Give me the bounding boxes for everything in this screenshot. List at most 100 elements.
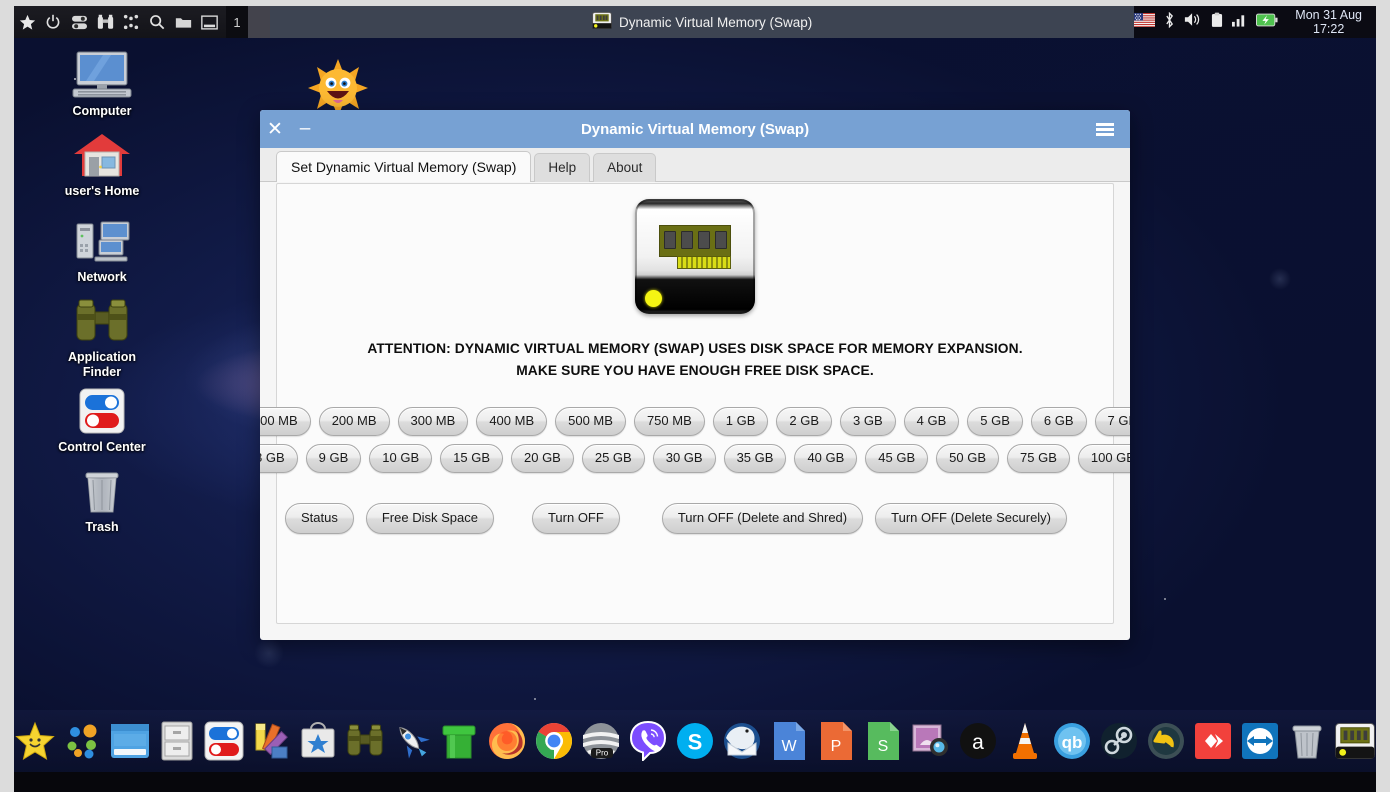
size-button-7gb[interactable]: 7 GB	[1094, 406, 1130, 436]
hamburger-menu-icon[interactable]	[1088, 110, 1122, 148]
dock-amazon[interactable]: a	[956, 719, 999, 763]
dock-backup-restore[interactable]	[1145, 719, 1188, 763]
dock-skype[interactable]: S	[673, 719, 716, 763]
size-button-5gb[interactable]: 5 GB	[967, 406, 1023, 436]
settings-toggle-icon[interactable]	[66, 6, 92, 38]
dock-thunderbird[interactable]	[721, 719, 764, 763]
app-window-dynamic-virtual-memory[interactable]: ✕ – Dynamic Virtual Memory (Swap) Set Dy…	[260, 110, 1130, 640]
dock-writer[interactable]: W	[768, 719, 811, 763]
taskbar-item-dynamic-virtual-memory[interactable]: Dynamic Virtual Memory (Swap)	[592, 12, 812, 32]
clipboard-icon[interactable]	[1211, 12, 1223, 33]
desktop-icon-users-home[interactable]: user's Home	[40, 130, 164, 199]
dock-firefox[interactable]	[485, 719, 528, 763]
dock-green-pipe[interactable]	[438, 719, 481, 763]
battery-charging-icon[interactable]	[1256, 13, 1278, 32]
desktop-icon-trash[interactable]: Trash	[40, 466, 164, 535]
tab-set-dynamic-virtual-memory[interactable]: Set Dynamic Virtual Memory (Swap)	[276, 150, 532, 182]
size-button-10gb[interactable]: 10 GB	[369, 443, 433, 473]
free-disk-space-button[interactable]: Free Disk Space	[365, 502, 494, 534]
workspace-switcher[interactable]: 1	[226, 6, 270, 38]
keyboard-layout-flag-icon[interactable]	[1134, 12, 1156, 32]
size-button-750mb[interactable]: 750 MB	[633, 406, 705, 436]
size-button-50gb[interactable]: 50 GB	[936, 443, 1000, 473]
svg-text:P: P	[831, 738, 842, 755]
dock-vlc[interactable]	[1003, 719, 1046, 763]
dock-binoculars[interactable]	[344, 719, 387, 763]
tab-about[interactable]: About	[593, 153, 657, 182]
size-button-100gb[interactable]: 100 GB	[1077, 443, 1130, 473]
dock-file-browser[interactable]	[108, 719, 151, 763]
network-signal-icon[interactable]	[1232, 13, 1247, 32]
size-button-9gb[interactable]: 9 GB	[305, 443, 362, 473]
dock-steam[interactable]	[1097, 719, 1140, 763]
dock-chrome[interactable]	[532, 719, 575, 763]
dock: Pro S W P S a qb	[14, 710, 1376, 772]
size-row-1: 100 MB 200 MB 300 MB 400 MB 500 MB 750 M…	[260, 406, 1130, 436]
desktop-icon-network[interactable]: Network	[40, 216, 164, 285]
dock-opera-pro[interactable]: Pro	[579, 719, 622, 763]
status-button[interactable]: Status	[285, 502, 354, 534]
dock-star-menu[interactable]	[14, 719, 57, 763]
app-grid-icon[interactable]	[118, 6, 144, 38]
dock-rocket[interactable]	[391, 719, 434, 763]
size-button-300mb[interactable]: 300 MB	[397, 406, 469, 436]
volume-icon[interactable]	[1184, 12, 1202, 32]
dock-viber[interactable]	[626, 719, 669, 763]
dock-color-picker[interactable]	[249, 719, 292, 763]
panel-tray: Mon 31 Aug 17:22	[1134, 6, 1376, 38]
dock-trash[interactable]	[1286, 719, 1329, 763]
size-button-15gb[interactable]: 15 GB	[440, 443, 503, 473]
size-button-20gb[interactable]: 20 GB	[511, 443, 574, 473]
star-menu-icon[interactable]	[14, 6, 40, 38]
screen: Computer user's Home Network Application…	[0, 0, 1390, 792]
power-icon[interactable]	[40, 6, 66, 38]
size-button-6gb[interactable]: 6 GB	[1030, 406, 1087, 436]
size-button-500mb[interactable]: 500 MB	[555, 406, 626, 436]
window-titlebar[interactable]: ✕ – Dynamic Virtual Memory (Swap)	[260, 110, 1130, 148]
dock-anydesk[interactable]	[1192, 719, 1235, 763]
size-button-1gb[interactable]: 1 GB	[712, 406, 769, 436]
desktop-icon-application-finder[interactable]: Application Finder	[40, 296, 164, 380]
binoculars-icon[interactable]	[92, 6, 118, 38]
desktop-icon-label: Computer	[72, 104, 132, 118]
dock-teamviewer[interactable]	[1239, 719, 1282, 763]
workspace-1[interactable]: 1	[226, 6, 248, 38]
clock[interactable]: Mon 31 Aug 17:22	[1287, 8, 1368, 36]
size-button-45gb[interactable]: 45 GB	[865, 443, 929, 473]
minimize-icon[interactable]: –	[290, 110, 320, 148]
dock-dynamic-virtual-memory[interactable]	[1333, 719, 1376, 763]
size-button-100mb[interactable]: 100 MB	[260, 406, 311, 436]
folder-icon[interactable]	[170, 6, 196, 38]
turn-off-button[interactable]: Turn OFF	[531, 502, 620, 534]
taskbar-item-label: Dynamic Virtual Memory (Swap)	[618, 14, 813, 30]
dock-qbittorrent[interactable]: qb	[1050, 719, 1093, 763]
size-button-25gb[interactable]: 25 GB	[581, 443, 645, 473]
size-button-200mb[interactable]: 200 MB	[318, 406, 390, 436]
search-icon[interactable]	[144, 6, 170, 38]
bluetooth-icon[interactable]	[1164, 11, 1175, 33]
dock-control-center[interactable]	[202, 719, 245, 763]
size-button-35gb[interactable]: 35 GB	[723, 443, 787, 473]
size-button-8gb[interactable]: 8 GB	[260, 443, 298, 473]
dock-software-store[interactable]	[297, 719, 340, 763]
size-button-400mb[interactable]: 400 MB	[476, 406, 548, 436]
window-icon[interactable]	[196, 6, 222, 38]
size-button-40gb[interactable]: 40 GB	[794, 443, 858, 473]
dock-screenshot[interactable]	[909, 719, 952, 763]
size-button-3gb[interactable]: 3 GB	[840, 406, 896, 436]
turn-off-delete-securely-button[interactable]: Turn OFF (Delete Securely)	[875, 502, 1068, 534]
workspace-2[interactable]	[248, 6, 270, 38]
size-button-4gb[interactable]: 4 GB	[903, 406, 960, 436]
tab-help[interactable]: Help	[534, 153, 591, 182]
dock-impress[interactable]: P	[815, 719, 858, 763]
dock-calc[interactable]: S	[862, 719, 905, 763]
turn-off-delete-shred-button[interactable]: Turn OFF (Delete and Shred)	[661, 502, 864, 534]
size-button-2gb[interactable]: 2 GB	[776, 406, 832, 436]
dock-file-cabinet[interactable]	[155, 719, 198, 763]
size-button-75gb[interactable]: 75 GB	[1007, 443, 1070, 473]
dock-app-grid[interactable]	[61, 719, 104, 763]
desktop-icon-computer[interactable]: Computer	[40, 50, 164, 119]
desktop-icon-control-center[interactable]: Control Center	[40, 386, 164, 455]
close-icon[interactable]: ✕	[260, 110, 290, 148]
size-button-30gb[interactable]: 30 GB	[652, 443, 716, 473]
